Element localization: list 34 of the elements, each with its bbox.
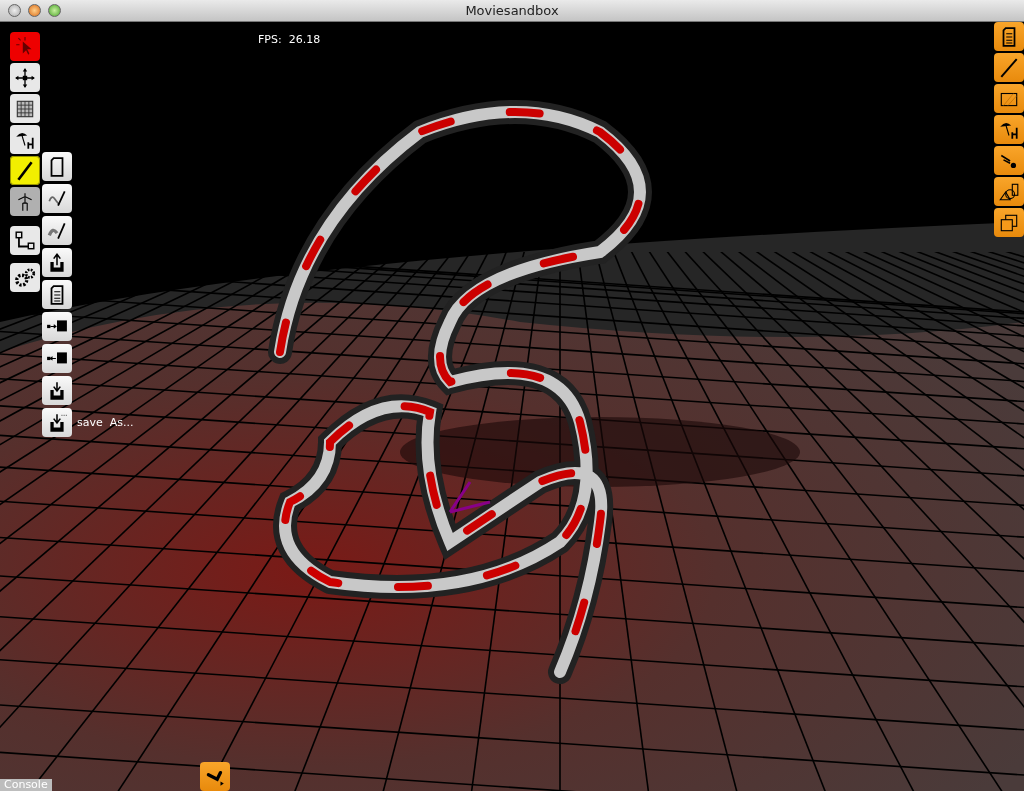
tool-button[interactable] <box>10 94 40 123</box>
menu-label: save As... <box>77 416 134 429</box>
console-tab[interactable]: Console <box>0 779 52 791</box>
fps-counter: FPS: 26.18 <box>258 33 321 46</box>
menu-button[interactable] <box>42 312 72 341</box>
tool-button[interactable] <box>994 208 1024 237</box>
tool-button[interactable] <box>994 177 1024 206</box>
window-title: Moviesandbox <box>465 3 559 18</box>
close-button[interactable] <box>8 4 21 17</box>
tool-button[interactable] <box>10 226 40 255</box>
tool-button[interactable] <box>994 53 1024 82</box>
menu-button[interactable] <box>42 344 72 373</box>
tool-button[interactable] <box>994 146 1024 175</box>
menu-button[interactable] <box>42 408 72 437</box>
tool-button[interactable] <box>10 263 40 292</box>
tool-button[interactable] <box>10 187 40 216</box>
node-connector-icon <box>14 229 36 252</box>
tool-button[interactable] <box>994 22 1024 51</box>
tool-button[interactable] <box>10 156 40 185</box>
menu-button[interactable] <box>42 216 72 245</box>
timeline-button[interactable] <box>200 762 230 791</box>
zoom-button[interactable] <box>48 4 61 17</box>
tool-button[interactable] <box>10 125 40 154</box>
menu-button[interactable] <box>42 280 72 309</box>
menu-button[interactable] <box>42 184 72 213</box>
tool-button[interactable] <box>994 84 1024 113</box>
minimize-button[interactable] <box>28 4 41 17</box>
menu-button[interactable] <box>42 376 72 405</box>
tool-button[interactable] <box>994 115 1024 144</box>
tool-button[interactable] <box>10 63 40 92</box>
menu-button[interactable] <box>42 152 72 181</box>
move-arrows-icon <box>14 66 36 89</box>
pen-icon <box>998 56 1020 79</box>
menu-button[interactable] <box>42 248 72 277</box>
